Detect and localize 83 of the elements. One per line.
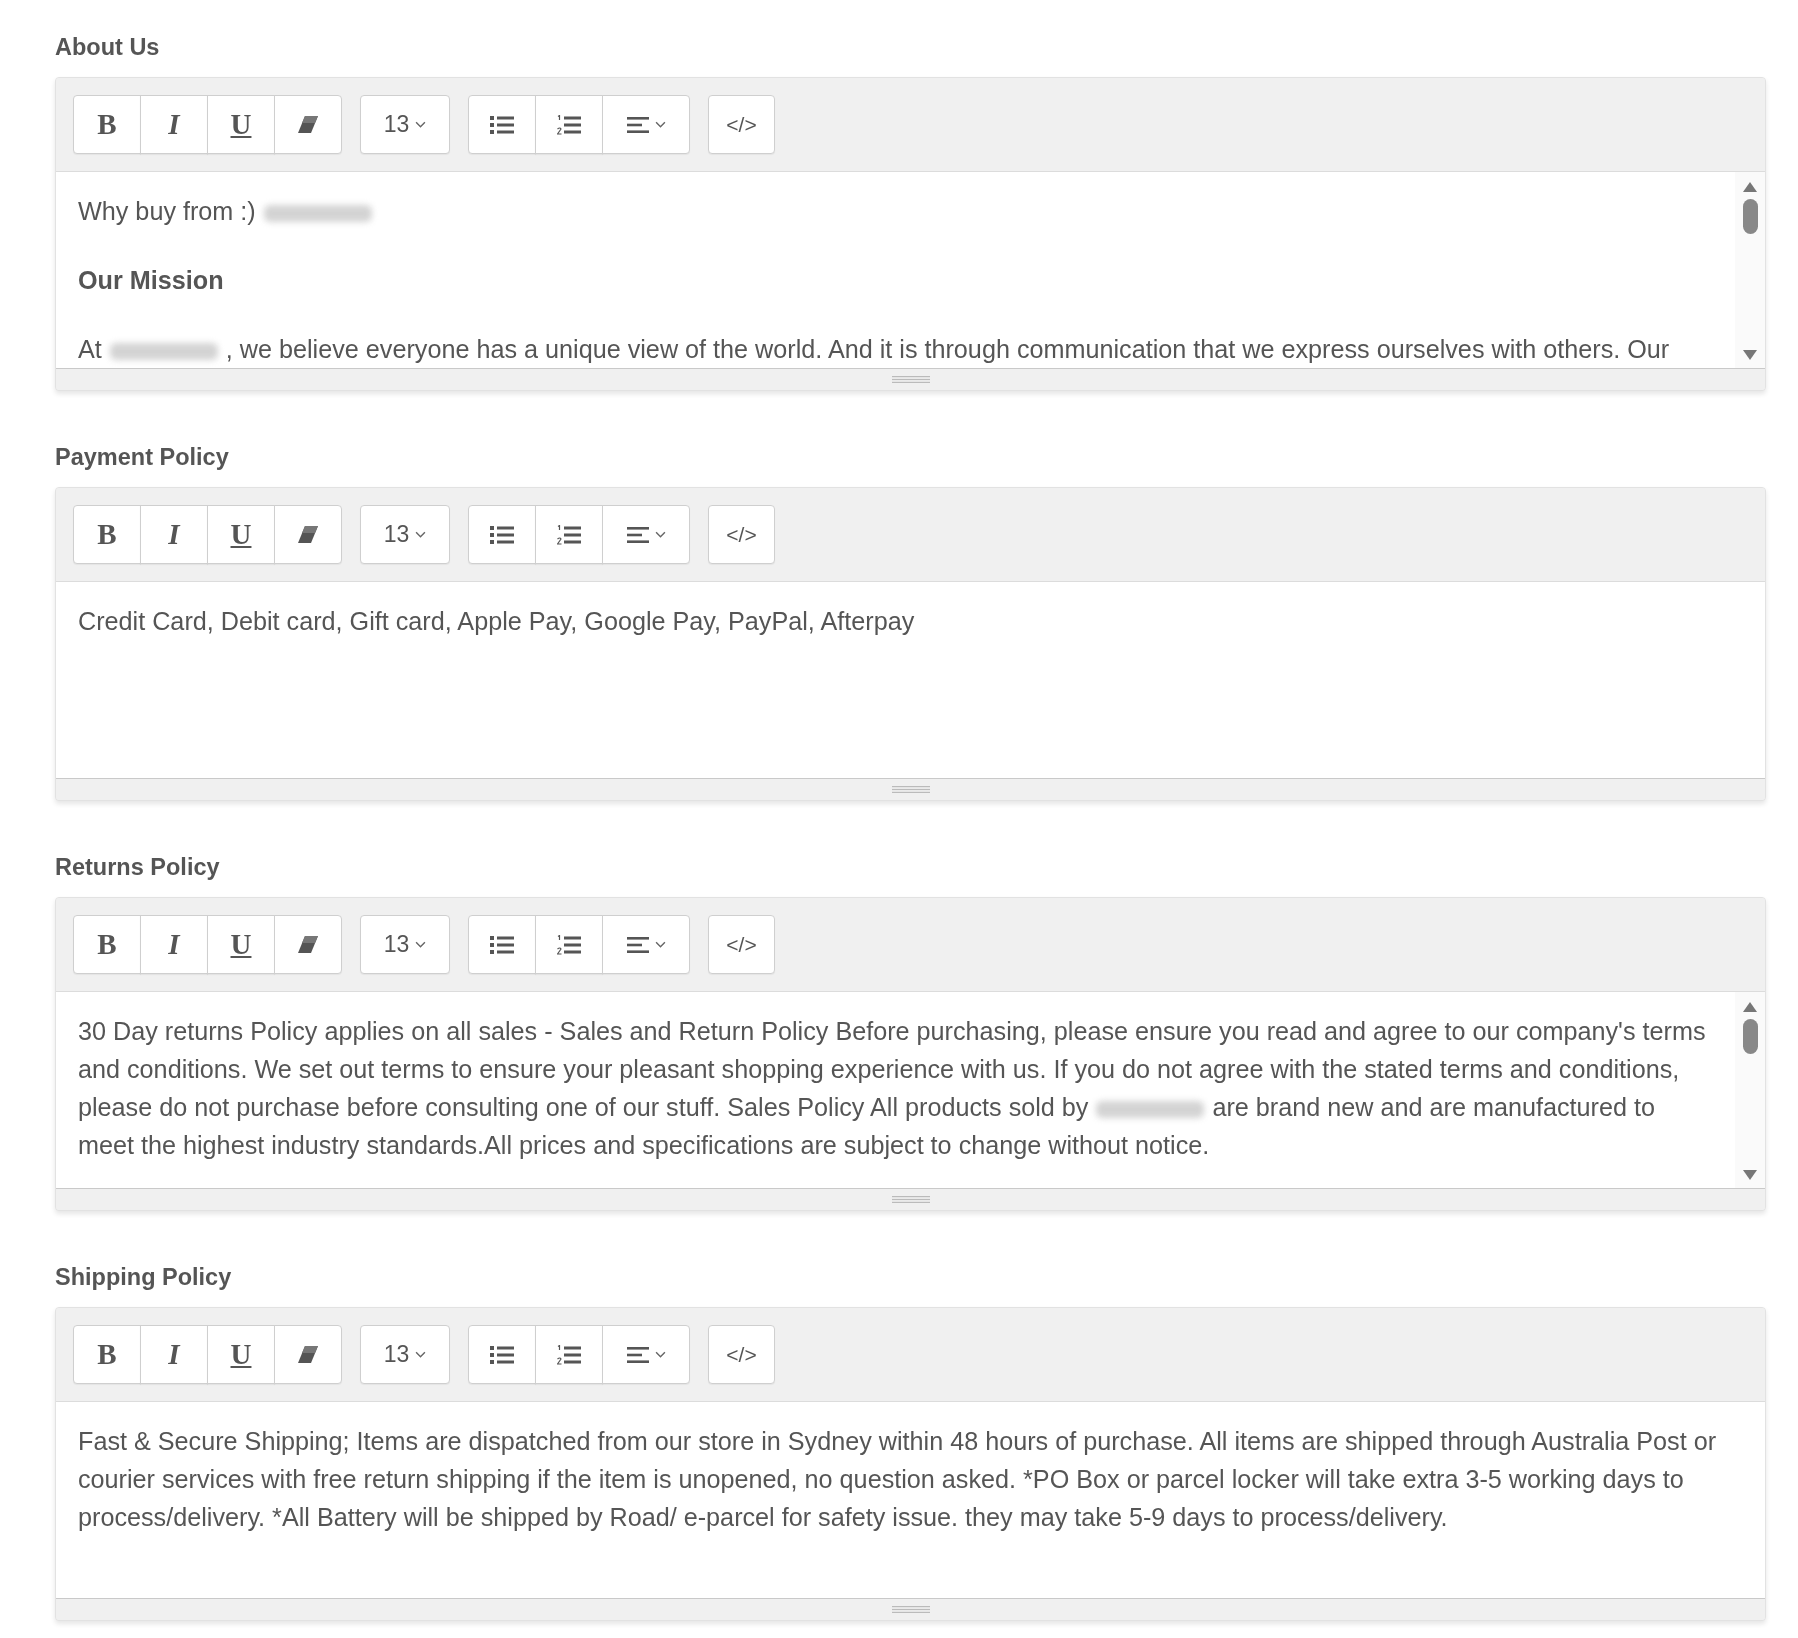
font-size-dropdown[interactable]: 13: [360, 915, 450, 974]
numbered-list-button[interactable]: [535, 1325, 603, 1384]
numbered-list-button[interactable]: [535, 915, 603, 974]
resize-grip-icon[interactable]: [891, 1606, 930, 1613]
underline-button[interactable]: U: [207, 1325, 275, 1384]
bold-button[interactable]: B: [73, 505, 141, 564]
align-left-icon: [626, 1346, 649, 1363]
resize-grip-icon[interactable]: [891, 786, 930, 793]
clear-format-button[interactable]: [274, 915, 342, 974]
caret-icon: [415, 531, 427, 538]
underline-button[interactable]: U: [207, 915, 275, 974]
bullet-list-button[interactable]: [468, 505, 536, 564]
scrollbar[interactable]: [1735, 172, 1765, 368]
align-dropdown[interactable]: [602, 95, 690, 154]
scrollbar[interactable]: [1735, 992, 1765, 1188]
eraser-icon: [298, 936, 318, 953]
bullet-list-button[interactable]: [468, 95, 536, 154]
paragraph-text: At , we believe everyone has a unique view of the world. And it is through communication that we express ourselves with others. Our: [78, 334, 1671, 365]
code-view-button[interactable]: </>: [708, 1325, 775, 1384]
numbered-list-icon: [557, 524, 581, 545]
code-view-button[interactable]: </>: [708, 915, 775, 974]
scroll-up-icon[interactable]: [1743, 1002, 1757, 1012]
eraser-icon: [298, 116, 318, 133]
bullet-list-button[interactable]: [468, 915, 536, 974]
align-left-icon: [626, 936, 649, 953]
eraser-icon: [298, 1346, 318, 1363]
bold-button[interactable]: B: [73, 1325, 141, 1384]
numbered-list-icon: [557, 114, 581, 135]
field-label: Shipping Policy: [55, 1263, 232, 1292]
field-label: Returns Policy: [55, 853, 220, 882]
italic-button[interactable]: I: [140, 1325, 208, 1384]
caret-icon: [654, 941, 666, 948]
caret-icon: [415, 121, 427, 128]
caret-icon: [654, 121, 666, 128]
numbered-list-button[interactable]: [535, 505, 603, 564]
resize-grip-icon[interactable]: [891, 1196, 930, 1203]
field-label: Payment Policy: [55, 443, 229, 472]
bold-button[interactable]: B: [73, 95, 141, 154]
align-left-icon: [626, 526, 649, 543]
underline-button[interactable]: U: [207, 505, 275, 564]
field-label: About Us: [55, 33, 160, 62]
numbered-list-button[interactable]: [535, 95, 603, 154]
paragraph-text: Fast & Secure Shipping; Items are dispatched from our store in Sydney within 48 hours of purchase. All items are shipped through Australia Post or courier services with free return shipping if the item is unopened, no question asked. *PO Box or parcel locker will take extra 3-5 working days to process/delivery. *All Battery will be shipped by Road/ e-parcel for safety issue. they may take 5-9 days to process/delivery.: [78, 1426, 1718, 1533]
caret-icon: [415, 1351, 427, 1358]
bullet-list-icon: [490, 1344, 514, 1365]
bold-button[interactable]: B: [73, 915, 141, 974]
scrollbar-thumb[interactable]: [1742, 1019, 1758, 1054]
bullet-list-icon: [490, 114, 514, 135]
numbered-list-icon: [557, 934, 581, 955]
clear-format-button[interactable]: [274, 95, 342, 154]
align-dropdown[interactable]: [602, 1325, 690, 1384]
font-size-dropdown[interactable]: 13: [360, 505, 450, 564]
scroll-down-icon[interactable]: [1743, 1170, 1757, 1180]
bullet-list-button[interactable]: [468, 1325, 536, 1384]
italic-button[interactable]: I: [140, 915, 208, 974]
scrollbar-thumb[interactable]: [1742, 199, 1758, 234]
resize-grip-icon[interactable]: [891, 376, 930, 383]
clear-format-button[interactable]: [274, 1325, 342, 1384]
italic-button[interactable]: I: [140, 95, 208, 154]
clear-format-button[interactable]: [274, 505, 342, 564]
heading-text: Our Mission: [78, 265, 225, 296]
code-view-button[interactable]: </>: [708, 95, 775, 154]
numbered-list-icon: [557, 1344, 581, 1365]
paragraph-text: Credit Card, Debit card, Gift card, Apple Pay, Google Pay, PayPal, Afterpay: [78, 606, 916, 637]
code-view-button[interactable]: </>: [708, 505, 775, 564]
eraser-icon: [298, 526, 318, 543]
caret-icon: [654, 1351, 666, 1358]
italic-button[interactable]: I: [140, 505, 208, 564]
caret-icon: [654, 531, 666, 538]
scroll-up-icon[interactable]: [1743, 182, 1757, 192]
align-dropdown[interactable]: [602, 505, 690, 564]
scroll-down-icon[interactable]: [1743, 350, 1757, 360]
bullet-list-icon: [490, 524, 514, 545]
align-dropdown[interactable]: [602, 915, 690, 974]
font-size-dropdown[interactable]: 13: [360, 95, 450, 154]
editor-text-area[interactable]: Credit Card, Debit card, Gift card, Apple Pay, Google Pay, PayPal, Afterpay: [56, 582, 1765, 778]
paragraph-text: 30 Day returns Policy applies on all sales - Sales and Return Policy Before purchasing, please ensure you read and agree to our company's terms and conditions. We set out terms to ensure your pleasant shopping experience with us. If you do not agree with the stated terms and conditions, please do not purchase before consulting one of our stuff. Sales Policy All products sold by are brand new and are manufactured to meet the highest industry standards.All prices and specifications are subject to change without notice.: [78, 1016, 1707, 1161]
caret-icon: [415, 941, 427, 948]
underline-button[interactable]: U: [207, 95, 275, 154]
align-left-icon: [626, 116, 649, 133]
font-size-dropdown[interactable]: 13: [360, 1325, 450, 1384]
paragraph-text: Why buy from :): [78, 192, 1713, 230]
bullet-list-icon: [490, 934, 514, 955]
